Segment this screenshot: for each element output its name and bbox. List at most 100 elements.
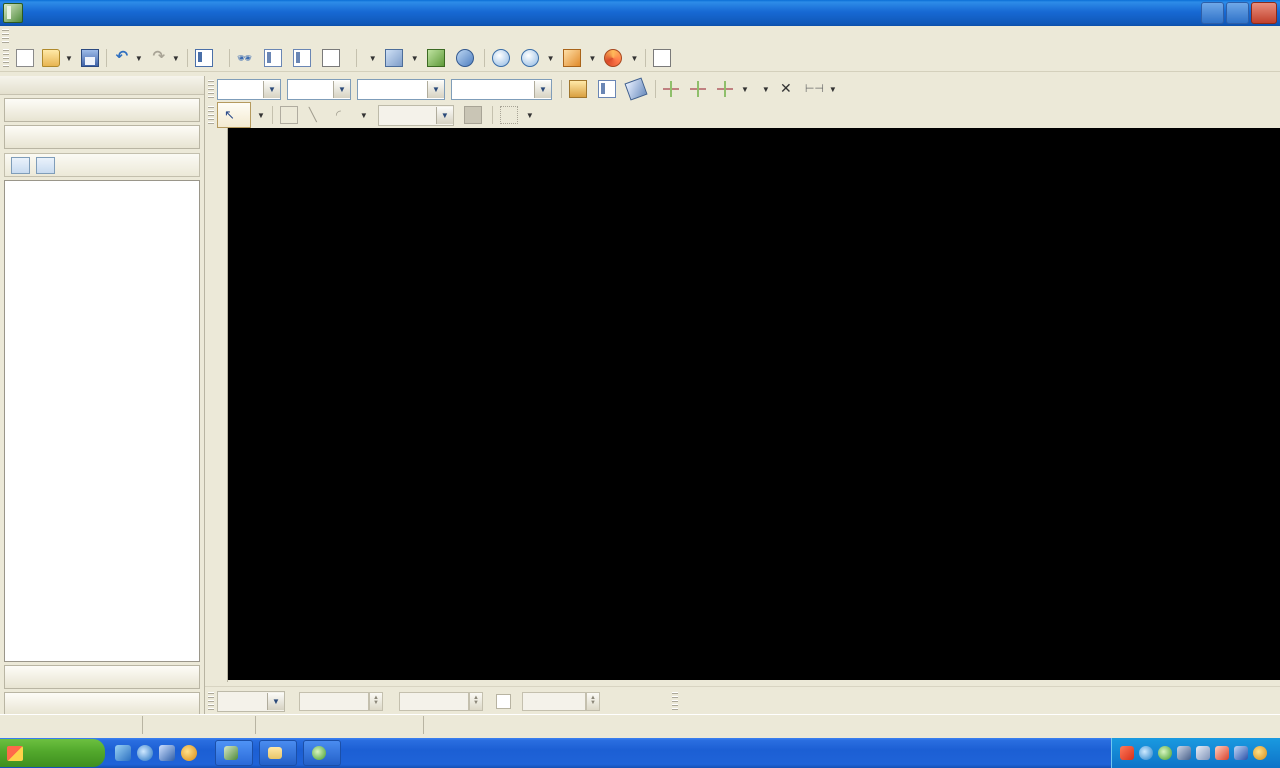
pick-component-button[interactable] — [623, 77, 652, 101]
new-button[interactable] — [12, 46, 38, 70]
tray-expand-icon[interactable] — [1139, 746, 1153, 760]
redo-button[interactable]: ↷ ▼ — [147, 46, 184, 70]
minimize-button[interactable] — [1201, 2, 1224, 24]
menu-edit[interactable] — [21, 34, 33, 38]
menu-quantity[interactable] — [93, 34, 105, 38]
view-formula-button[interactable] — [260, 46, 289, 70]
report-preview-button[interactable] — [4, 692, 200, 716]
dimension-button[interactable]: ⊢⊣ ▼ — [801, 77, 841, 101]
drawing-input-button[interactable] — [4, 125, 200, 149]
chevron-down-icon[interactable]: ▼ — [427, 80, 444, 98]
chevron-down-icon[interactable]: ▼ — [435, 106, 453, 124]
rectangle-tool-button[interactable] — [460, 103, 489, 127]
menu-component[interactable] — [45, 34, 57, 38]
extra-select[interactable]: ▼ — [451, 78, 552, 100]
menu-aux-axis[interactable] — [57, 34, 69, 38]
x-spinner[interactable]: ▲ ▼ — [369, 691, 383, 711]
media-player-icon[interactable] — [115, 745, 131, 761]
line-tool-button[interactable]: ╲ — [305, 103, 332, 127]
component-list-button[interactable] — [594, 77, 623, 101]
menu-help[interactable] — [141, 34, 153, 38]
toolbar-grip-5[interactable] — [672, 692, 678, 710]
remove-button[interactable] — [36, 156, 55, 174]
top-view-button[interactable]: ▼ — [381, 46, 423, 70]
camtasia-tray-icon[interactable] — [1158, 746, 1172, 760]
menu-modify[interactable] — [81, 34, 93, 38]
close-button[interactable] — [1251, 2, 1277, 24]
toolbar-grip-2[interactable] — [208, 80, 214, 98]
save-button[interactable] — [77, 46, 103, 70]
menu-online-service[interactable] — [129, 34, 141, 38]
start-button[interactable] — [0, 739, 105, 767]
antivirus-icon[interactable] — [1215, 746, 1229, 760]
toolbar-grip-4[interactable] — [208, 692, 214, 710]
parallel-button[interactable] — [686, 77, 713, 101]
toolbar-grip-3[interactable] — [208, 106, 214, 124]
floor-select[interactable]: ▼ — [217, 78, 281, 100]
rotate-checkbox[interactable] — [496, 693, 511, 709]
outlook-icon[interactable] — [159, 745, 175, 761]
screen-rotate-button[interactable]: ▼ — [600, 46, 642, 70]
chevron-down-icon[interactable]: ▼ — [534, 80, 551, 98]
define-button[interactable] — [191, 46, 220, 70]
chevron-down-icon[interactable]: ▼ — [263, 80, 280, 98]
offset-mode-select[interactable]: ▼ — [217, 690, 285, 712]
open-button[interactable]: ▼ — [38, 46, 77, 70]
taskbar-item-folder[interactable] — [259, 740, 297, 766]
two-points-button[interactable] — [659, 77, 686, 101]
sogou-icon[interactable] — [1120, 746, 1134, 760]
chevron-down-icon[interactable]: ▼ — [267, 692, 284, 710]
three-point-arc-button[interactable]: ◜ ▼ — [332, 103, 372, 127]
toolbar-grip-1[interactable] — [3, 49, 9, 67]
cad-drawing-canvas[interactable] — [228, 128, 1280, 680]
volume-icon[interactable] — [1196, 746, 1210, 760]
taskbar-item-camtasia[interactable] — [303, 740, 341, 766]
maximize-button[interactable] — [1226, 2, 1249, 24]
menu-draw[interactable] — [69, 34, 81, 38]
delete-aux-axis-button[interactable]: ✕ — [774, 77, 801, 101]
internet-explorer-icon[interactable] — [137, 745, 153, 761]
network-icon[interactable] — [1177, 746, 1191, 760]
menu-file[interactable] — [9, 34, 21, 38]
smart-layout-button[interactable]: ▼ — [496, 103, 538, 127]
wireframe-button[interactable] — [649, 46, 678, 70]
x-input[interactable] — [299, 691, 369, 711]
fullscreen-button[interactable] — [488, 46, 517, 70]
component-select[interactable]: ▼ — [357, 78, 445, 100]
rotate-input[interactable] — [522, 691, 586, 711]
zoom-button[interactable]: ▼ — [517, 46, 559, 70]
component-tree[interactable] — [4, 180, 200, 662]
select-tool-dropdown[interactable]: ▼ — [251, 103, 269, 127]
menu-version[interactable] — [153, 34, 165, 38]
select-tool-button[interactable]: ↖ — [217, 102, 251, 128]
chevron-down-icon[interactable]: ▼ — [333, 80, 350, 98]
battery-icon[interactable] — [1234, 746, 1248, 760]
add-button[interactable] — [11, 156, 30, 174]
menu-view[interactable] — [105, 34, 117, 38]
pan-button[interactable]: ▼ — [559, 46, 601, 70]
current-floor-label-box[interactable]: ▼ — [360, 46, 381, 70]
point-tool-button[interactable] — [276, 103, 305, 127]
undo-button[interactable]: ↶ ▼ — [110, 46, 147, 70]
properties-button[interactable] — [565, 77, 594, 101]
three-d-button[interactable] — [423, 46, 452, 70]
batch-select-button[interactable] — [289, 46, 318, 70]
category-select[interactable]: ▼ — [287, 78, 351, 100]
local-3d-button[interactable] — [452, 46, 481, 70]
rotate-spinner[interactable]: ▲ ▼ — [586, 691, 600, 711]
menu-floor[interactable] — [33, 34, 45, 38]
y-spinner[interactable]: ▲ ▼ — [469, 691, 483, 711]
project-settings-button[interactable] — [4, 98, 200, 122]
taskbar-item-gcl[interactable] — [215, 740, 253, 766]
draw-extra-select[interactable]: ▼ — [377, 104, 454, 126]
cad-svg[interactable] — [228, 128, 1280, 680]
update-tray-icon[interactable] — [1253, 746, 1267, 760]
align-slab-top-button[interactable] — [318, 46, 347, 70]
view-quantity-button[interactable]: 🕶 — [233, 46, 260, 70]
point-angle-button[interactable]: ▼ — [713, 77, 753, 101]
y-input[interactable] — [399, 691, 469, 711]
menu-grip[interactable] — [2, 28, 9, 43]
update-icon[interactable] — [181, 745, 197, 761]
menu-tools[interactable] — [117, 34, 129, 38]
arc-button[interactable]: ▼ — [753, 77, 774, 101]
